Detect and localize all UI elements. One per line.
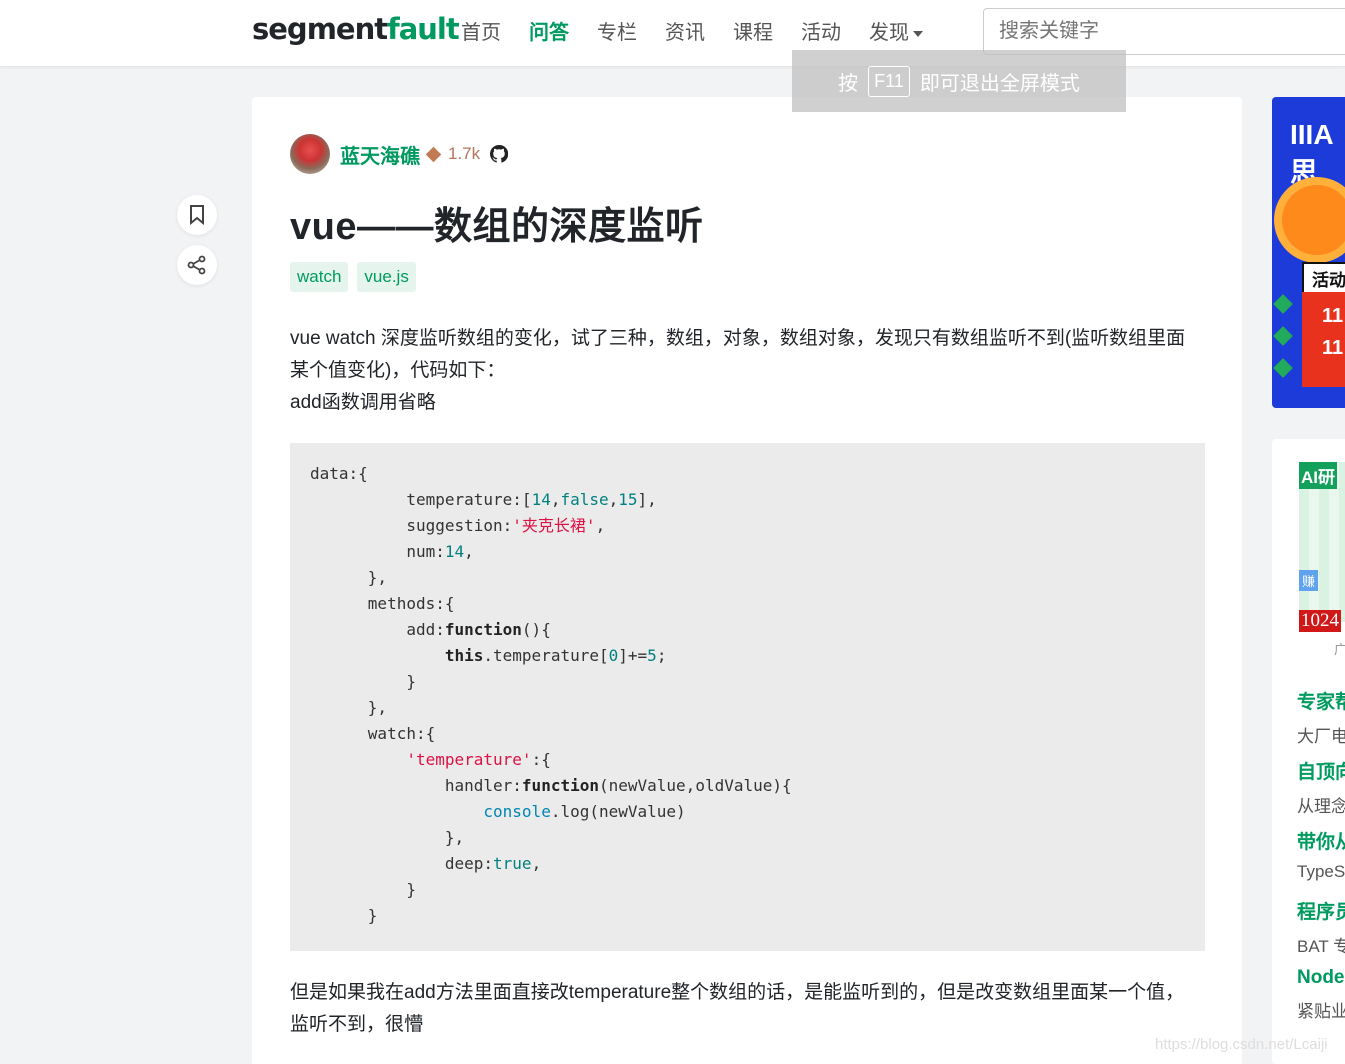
github-icon[interactable]: [490, 145, 509, 163]
f11-key: F11: [868, 65, 910, 97]
watermark: https://blog.csdn.net/Lcaiji: [1155, 1036, 1328, 1053]
sidebar-panel: AI研 赚 1024 广 专家帮大厂电 自顶向从理念 带你从TypeSc 程序员…: [1272, 439, 1345, 1064]
author-name[interactable]: 蓝天海礁: [340, 140, 420, 169]
ad-banner-ai[interactable]: AI研 赚 1024: [1299, 462, 1345, 632]
ad-logo: IIIA 思: [1290, 119, 1333, 188]
code-block: data:{ temperature:[14,false,15], sugges…: [290, 443, 1205, 951]
avatar[interactable]: [290, 134, 330, 174]
ad-banner-top[interactable]: IIIA 思 活动 11 11: [1272, 97, 1345, 408]
bookmark-button[interactable]: [177, 195, 217, 235]
tag-list: watch vue.js: [290, 262, 425, 292]
nav-home[interactable]: 首页: [461, 18, 501, 48]
reputation: 1.7k: [425, 144, 480, 164]
reputation-icon: [425, 146, 442, 162]
ad-date-box: 11 11: [1302, 292, 1345, 387]
fullscreen-exit-tip: 按 F11 即可退出全屏模式: [792, 50, 1126, 112]
nav-news[interactable]: 资讯: [665, 18, 705, 48]
author-info: 蓝天海礁 1.7k: [290, 134, 509, 174]
top-navbar: segmentfault 首页 问答 专栏 资讯 课程 活动 发现: [0, 0, 1345, 67]
sidebar-course-item[interactable]: Node 紧贴业: [1297, 967, 1345, 1022]
share-icon: [187, 255, 206, 275]
sun-graphic: [1282, 185, 1345, 255]
question-title: vue——数组的深度监听: [290, 206, 704, 248]
sidebar-course-item[interactable]: 专家帮 大厂电: [1297, 687, 1345, 747]
question-intro: vue watch 深度监听数组的变化，试了三种，数组，对象，数组对象，发现只有…: [290, 328, 1186, 413]
nav-courses[interactable]: 课程: [733, 18, 773, 48]
pin-icon: [1273, 294, 1293, 314]
sidebar-course-item[interactable]: 带你从TypeSc: [1297, 827, 1345, 882]
pin-icon: [1273, 358, 1293, 378]
ad-label: 广: [1334, 642, 1345, 657]
sidebar-course-item[interactable]: 自顶向 从理念: [1297, 757, 1345, 817]
nav-events[interactable]: 活动: [801, 18, 841, 48]
nav-discover[interactable]: 发现: [869, 18, 923, 48]
caret-down-icon: [913, 30, 923, 37]
nav-questions[interactable]: 问答: [529, 18, 569, 48]
share-button[interactable]: [177, 245, 217, 285]
question-followup: 但是如果我在add方法里面直接改temperature整个数组的话，是能监听到的…: [290, 982, 1185, 1035]
question-card: 蓝天海礁 1.7k vue——数组的深度监听 watch vue.js vue …: [252, 97, 1242, 1064]
sidebar-course-item[interactable]: 程序员 BAT 专: [1297, 897, 1345, 957]
main-nav: 首页 问答 专栏 资讯 课程 活动 发现: [447, 18, 937, 48]
pin-icon: [1273, 326, 1293, 346]
tag-watch[interactable]: watch: [290, 262, 349, 292]
site-logo[interactable]: segmentfault: [252, 12, 460, 46]
code-content: data:{ temperature:[14,false,15], sugges…: [310, 464, 792, 925]
bookmark-icon: [190, 205, 204, 225]
tag-vuejs[interactable]: vue.js: [357, 262, 416, 292]
search-input[interactable]: [983, 8, 1345, 55]
nav-columns[interactable]: 专栏: [597, 18, 637, 48]
